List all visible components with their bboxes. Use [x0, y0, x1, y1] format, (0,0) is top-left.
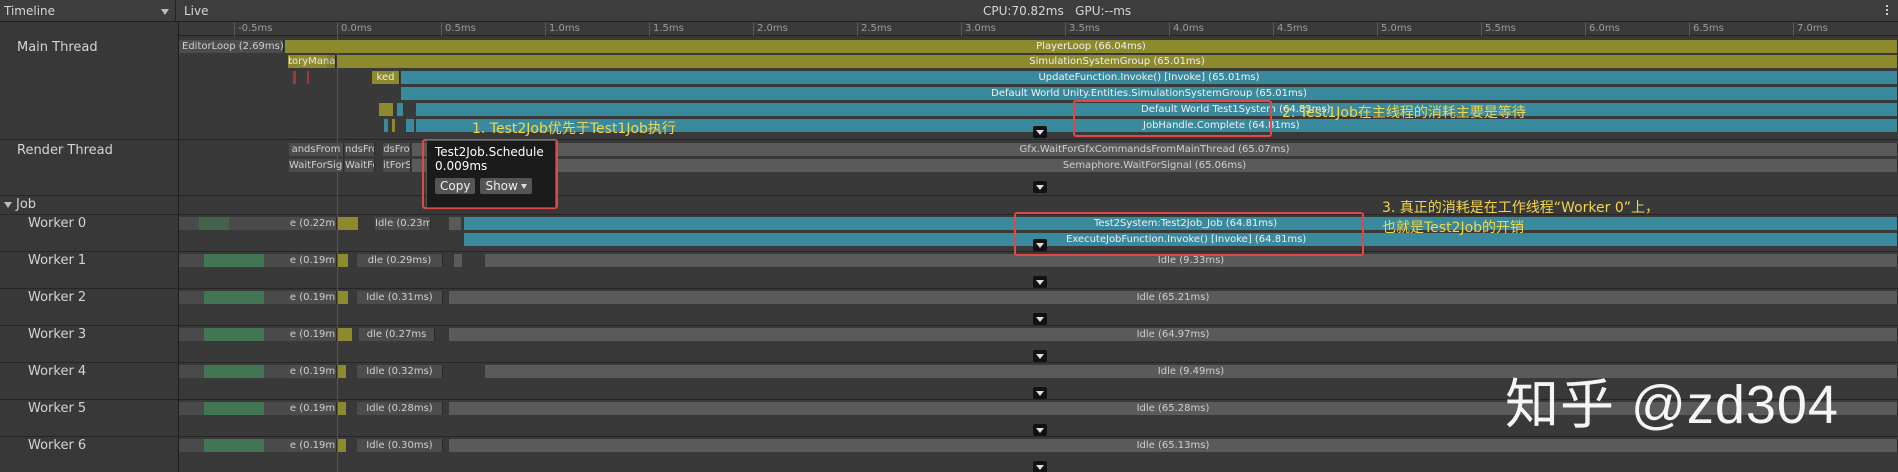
- update-function-bar[interactable]: UpdateFunction.Invoke() [Invoke] (65.01m…: [401, 71, 1898, 84]
- idle-bar[interactable]: e (0.19m: [289, 254, 337, 267]
- tooltip-time: 0.009ms: [435, 159, 488, 173]
- playerloop-bar[interactable]: PlayerLoop (66.04ms): [285, 40, 1898, 53]
- watermark: 知乎 @zd304: [1505, 375, 1839, 435]
- idle-long-bar[interactable]: Idle (65.21ms): [449, 291, 1898, 304]
- annotation-3-line1: 3. 真正的消耗是在工作线程“Worker 0”上，: [1382, 200, 1659, 216]
- menu-icon[interactable]: [1880, 3, 1894, 17]
- toolbar: Timeline Live CPU:70.82ms GPU:--ms: [0, 0, 1898, 22]
- idle-bar[interactable]: dle (0.27ms: [359, 328, 435, 341]
- idle-bar[interactable]: e (0.19m: [289, 291, 337, 304]
- idle-bar[interactable]: e (0.19m: [289, 328, 337, 341]
- live-toggle[interactable]: Live: [184, 0, 209, 22]
- chevron-down-icon[interactable]: [4, 201, 12, 208]
- copy-button[interactable]: Copy: [435, 178, 476, 194]
- ruler-tick: 6.0ms: [1585, 22, 1620, 36]
- expand-caret-icon[interactable]: [1033, 424, 1047, 436]
- ruler-tick: 1.5ms: [649, 22, 684, 36]
- semaphore-wait-bar[interactable]: Semaphore.WaitForSignal (65.06ms): [412, 159, 1898, 172]
- job-group-text: Job: [16, 197, 37, 212]
- ruler-tick: 3.0ms: [961, 22, 996, 36]
- worker-label[interactable]: Worker 1: [0, 253, 179, 268]
- chevron-down-icon: [155, 0, 169, 22]
- ruler-tick: 5.5ms: [1481, 22, 1516, 36]
- idle-bar[interactable]: Idle (0.31ms): [357, 291, 443, 304]
- expand-caret-icon[interactable]: [1033, 313, 1047, 325]
- job-group-label[interactable]: Job: [0, 197, 179, 212]
- expand-caret-icon[interactable]: [1033, 350, 1047, 362]
- ruler-tick: 5.0ms: [1377, 22, 1412, 36]
- render-frag-bar[interactable]: andsFrom: [289, 143, 344, 156]
- tooltip: Test2Job.Schedule 0.009ms Copy Show: [426, 140, 556, 208]
- render-frag-bar[interactable]: itForS: [383, 159, 411, 172]
- timeline-dropdown[interactable]: Timeline: [4, 0, 176, 22]
- render-frag-bar[interactable]: dsFro: [383, 143, 411, 156]
- ruler-tick: 4.5ms: [1273, 22, 1308, 36]
- show-button-label: Show: [485, 179, 518, 193]
- ruler-tick: 2.0ms: [753, 22, 788, 36]
- idle-bar[interactable]: dle (0.29ms): [357, 254, 443, 267]
- idle-bar[interactable]: Idle (0.28ms): [357, 402, 443, 415]
- highlight-box-worker0: [1014, 212, 1364, 256]
- idle-bar[interactable]: e (0.22m: [289, 217, 337, 230]
- render-frag-bar[interactable]: WaitForSignal: [289, 159, 344, 172]
- worker-label[interactable]: Worker 3: [0, 327, 179, 342]
- simulation-group-bar[interactable]: SimulationSystemGroup (65.01ms): [337, 55, 1898, 68]
- chevron-down-icon: [520, 184, 527, 189]
- idle-bar[interactable]: e (0.19m: [289, 439, 337, 452]
- invoke-fragment-bar[interactable]: ked: [372, 71, 400, 84]
- cpu-gpu-readout: CPU:70.82ms GPU:--ms: [983, 4, 1132, 18]
- highlight-box-test1system: [1073, 100, 1272, 137]
- worker-label[interactable]: Worker 6: [0, 438, 179, 453]
- annotation-1: 1. Test2Job优先于Test1Job执行: [472, 121, 676, 137]
- gfx-wait-bar[interactable]: Gfx.WaitForGfxCommandsFromMainThread (65…: [412, 143, 1898, 156]
- expand-caret-icon[interactable]: [1033, 276, 1047, 288]
- ruler-tick: -0.5ms: [234, 22, 272, 36]
- ruler-tick: 3.5ms: [1065, 22, 1100, 36]
- expand-caret-icon[interactable]: [1033, 387, 1047, 399]
- annotation-2: 2. Test1Job在主线程的消耗主要是等待: [1282, 105, 1526, 121]
- default-world-simgroup-bar[interactable]: Default World Unity.Entities.SimulationS…: [401, 87, 1898, 100]
- ruler-tick: 2.5ms: [857, 22, 892, 36]
- expand-caret-icon[interactable]: [1033, 126, 1047, 138]
- tooltip-title: Test2Job.Schedule: [435, 145, 544, 159]
- ruler-tick: 7.0ms: [1793, 22, 1828, 36]
- idle-bar[interactable]: e (0.19m: [289, 365, 337, 378]
- annotation-3-line2: 也就是Test2Job的开销: [1382, 220, 1525, 236]
- thread-labels-panel: Main Thread Render Thread Job Worker 0 W…: [0, 22, 179, 472]
- ruler-tick: 4.0ms: [1169, 22, 1204, 36]
- idle-long-bar[interactable]: Idle (65.13ms): [449, 439, 1898, 452]
- timeline-label: Timeline: [4, 4, 56, 18]
- render-thread-label[interactable]: Render Thread: [0, 143, 179, 158]
- idle-bar[interactable]: Idle (0.32ms): [357, 365, 443, 378]
- expand-caret-icon[interactable]: [1033, 461, 1047, 472]
- ruler-tick: 0.0ms: [337, 22, 372, 36]
- idle-bar[interactable]: Idle (0.23m: [375, 217, 431, 230]
- expand-caret-icon[interactable]: [1033, 181, 1047, 193]
- main-thread-label[interactable]: Main Thread: [0, 40, 179, 55]
- worker-label[interactable]: Worker 4: [0, 364, 179, 379]
- render-frag-bar[interactable]: WaitForS: [345, 159, 375, 172]
- render-frag-bar[interactable]: ndsFro: [345, 143, 375, 156]
- ruler-tick: 6.5ms: [1689, 22, 1724, 36]
- worker-label[interactable]: Worker 2: [0, 290, 179, 305]
- editorloop-bar[interactable]: EditorLoop (2.69ms): [179, 40, 284, 53]
- worker-label[interactable]: Worker 5: [0, 401, 179, 416]
- ruler-tick: 1.0ms: [545, 22, 580, 36]
- time-ruler[interactable]: -0.5ms 0.0ms 0.5ms 1.0ms 1.5ms 2.0ms 2.5…: [179, 22, 1898, 36]
- ruler-tick: 0.5ms: [441, 22, 476, 36]
- show-button[interactable]: Show: [480, 178, 532, 194]
- idle-bar[interactable]: Idle (0.30ms): [357, 439, 443, 452]
- idle-bar[interactable]: e (0.19m: [289, 402, 337, 415]
- worker-label[interactable]: Worker 0: [0, 216, 179, 231]
- idle-long-bar[interactable]: Idle (64.97ms): [449, 328, 1898, 341]
- manager-system-bar[interactable]: oryManagerSystemG: [292, 55, 336, 68]
